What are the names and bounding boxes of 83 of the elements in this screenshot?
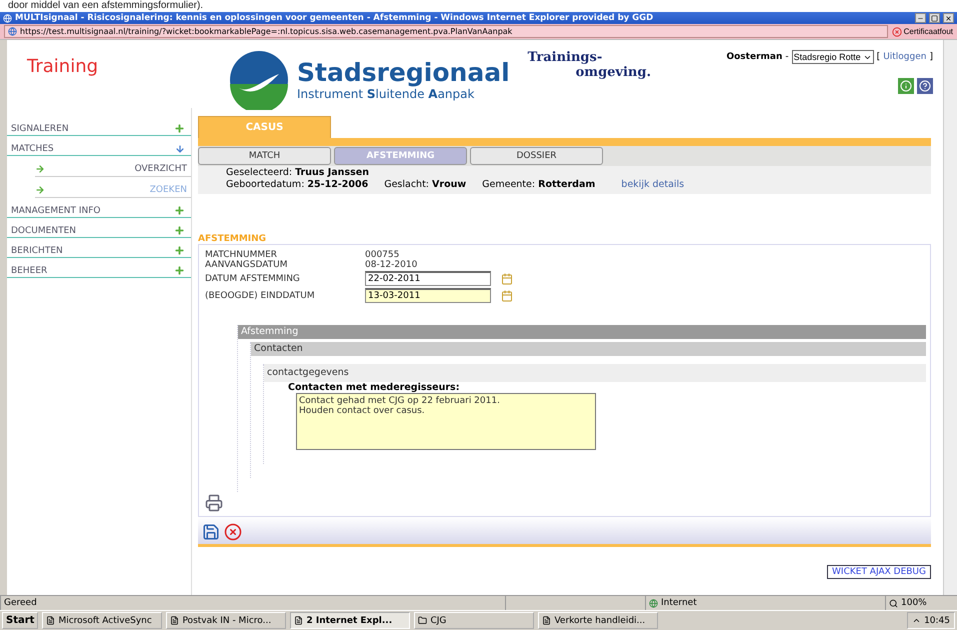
tray-icon[interactable] xyxy=(912,616,922,625)
tree-section-header: Afstemming xyxy=(238,325,926,339)
info-button[interactable] xyxy=(898,78,914,94)
client-field: Gemeente: Rotterdam xyxy=(482,179,596,191)
sidebar-item[interactable]: MANAGEMENT INFO xyxy=(7,198,191,218)
debug-button[interactable]: WICKET AJAX DEBUG xyxy=(827,565,931,579)
tab[interactable]: MATCH xyxy=(198,147,331,165)
field-value: 08-12-2010 xyxy=(365,260,418,270)
document-text: door middel van een afstemmingsformulier). xyxy=(7,0,204,12)
zoom-icon xyxy=(889,598,898,608)
bracket-text: ] xyxy=(929,52,933,62)
date-input[interactable]: 22-02-2011 xyxy=(365,271,491,286)
notes-textarea[interactable]: Contact gehad met CJG op 22 februari 2011. Houden contact over casus. xyxy=(296,393,596,450)
sidebar-item[interactable]: BERICHTEN xyxy=(7,238,191,258)
tree-section-header: Contacten xyxy=(251,342,926,356)
taskbar-button[interactable]: Postvak IN - Micro... xyxy=(166,612,286,629)
sidebar-item[interactable]: SIGNALEREN xyxy=(7,116,191,136)
separator-text: - xyxy=(785,52,789,62)
client-field: Geboortedatum: 25-12-2006 xyxy=(226,179,368,191)
client-field: Geslacht: Vrouw xyxy=(384,179,466,191)
document-icon xyxy=(170,616,180,625)
printer-icon[interactable] xyxy=(205,494,223,512)
sidebar-subitem[interactable]: OVERZICHT xyxy=(35,156,191,177)
details-link[interactable]: bekijk details xyxy=(621,179,684,191)
sidebar-item[interactable]: DOCUMENTEN xyxy=(7,218,191,238)
folder-icon xyxy=(418,616,428,625)
error-icon xyxy=(892,26,902,36)
cancel-icon xyxy=(224,523,242,541)
address-field[interactable]: https://test.multisignaal.nl/training/?wicket:bookmarkablePage=:nl.topicus.sisa.web.casemanagement.pva.PlanVanAanpak xyxy=(4,25,888,38)
info-icon xyxy=(900,80,912,92)
logo-title: Stadsregionaal xyxy=(297,59,510,87)
environment-label: Trainings- xyxy=(528,50,604,65)
scrollbar[interactable] xyxy=(943,40,957,595)
user-name: Oosterman xyxy=(726,52,782,62)
taskbar-button[interactable]: 2 Internet Expl... xyxy=(290,612,410,629)
start-button[interactable]: Start xyxy=(2,612,38,629)
environment-label: omgeving. xyxy=(574,65,651,80)
taskbar-button[interactable]: Verkorte handleidi... xyxy=(538,612,658,629)
field-label: DATUM AFSTEMMING xyxy=(205,274,301,284)
window-title: MULTIsignaal - Risicosignalering: kennis en oplossingen voor gemeenten - Afstemming - Windows Internet Explorer provided by GGD xyxy=(15,13,654,23)
minimize-button[interactable] xyxy=(915,13,926,23)
logout-link[interactable]: Uitloggen xyxy=(883,52,926,62)
field-label: MATCHNUMMER xyxy=(205,250,278,260)
clock: 10:45 xyxy=(924,616,950,626)
save-button[interactable] xyxy=(202,523,220,541)
sidebar-item[interactable]: BEHEER xyxy=(7,258,191,278)
url-text: https://test.multisignaal.nl/training/?wicket:bookmarkablePage=:nl.topicus.sisa.web.casemanagement.pva.PlanVanAanpak xyxy=(20,27,512,36)
arrow-right-icon xyxy=(35,164,45,174)
page-icon xyxy=(8,27,17,36)
calendar-icon xyxy=(501,290,513,302)
save-icon xyxy=(202,523,220,541)
client-field: Geselecteerd: Truus Janssen xyxy=(226,167,369,179)
cancel-button[interactable] xyxy=(224,523,242,541)
calendar-icon xyxy=(501,272,513,284)
maximize-icon xyxy=(931,14,938,22)
document-icon xyxy=(294,616,304,625)
browser-icon xyxy=(3,14,12,22)
logo-subtitle: Instrument Sluitende Aanpak xyxy=(297,87,476,101)
organisation-select[interactable]: Stadsregio Rotte xyxy=(792,50,874,64)
document-icon xyxy=(542,616,552,625)
field-label: AANVANGSDATUM xyxy=(205,260,289,270)
date-input[interactable]: 13-03-2011 xyxy=(365,288,491,303)
section-title: AFSTEMMING xyxy=(198,234,268,244)
logo-icon xyxy=(227,50,291,110)
certificate-error-button[interactable]: Certificaatfout xyxy=(892,26,953,36)
training-label: Training xyxy=(26,55,100,77)
help-icon xyxy=(919,80,931,92)
taskbar-button[interactable]: Microsoft ActiveSync xyxy=(42,612,162,629)
sidebar-item[interactable]: MATCHES xyxy=(7,136,191,156)
close-button[interactable] xyxy=(943,13,954,23)
close-icon xyxy=(945,14,952,22)
taskbar-button[interactable]: CJG xyxy=(414,612,534,629)
field-label: (BEOOGDE) EINDDATUM xyxy=(205,290,316,300)
maximize-button[interactable] xyxy=(929,13,940,23)
tree-section-header: contactgegevens xyxy=(264,364,926,382)
arrow-right-icon xyxy=(35,184,45,194)
tab[interactable]: DOSSIER xyxy=(470,147,603,165)
globe-icon xyxy=(649,598,658,608)
bracket-text: [ xyxy=(876,52,880,62)
field-value: 000755 xyxy=(365,250,400,260)
help-button[interactable] xyxy=(917,78,933,94)
document-icon xyxy=(46,616,56,625)
field-label: Contacten met mederegisseurs: xyxy=(288,382,461,393)
